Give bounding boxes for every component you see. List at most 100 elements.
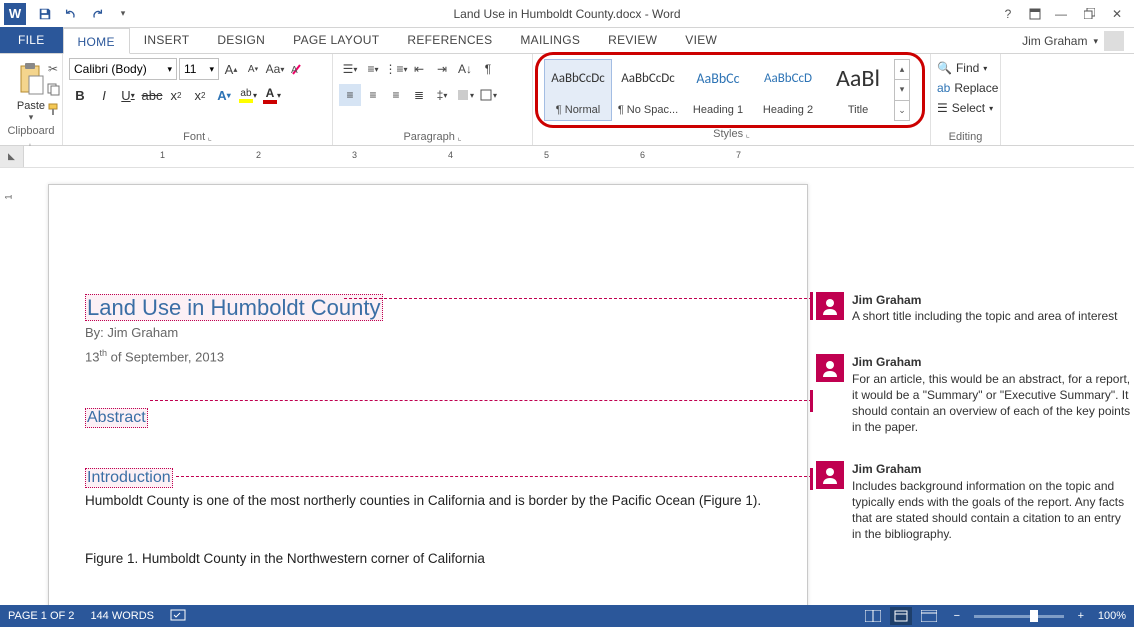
style-normal[interactable]: AaBbCcDc¶ Normal bbox=[544, 59, 612, 121]
horizontal-ruler[interactable]: 1 2 3 4 5 6 7 bbox=[24, 146, 1134, 167]
show-marks-icon[interactable]: ¶ bbox=[477, 58, 499, 80]
strikethrough-button[interactable]: abc bbox=[141, 84, 163, 106]
save-icon[interactable] bbox=[34, 3, 56, 25]
tab-page-layout[interactable]: PAGE LAYOUT bbox=[279, 27, 393, 53]
zoom-slider[interactable] bbox=[974, 615, 1064, 618]
text-effects-icon[interactable]: A▾ bbox=[213, 84, 235, 106]
status-bar: PAGE 1 OF 2 144 WORDS − + 100% bbox=[0, 605, 1134, 627]
page-scroll[interactable]: Land Use in Humboldt County By: Jim Grah… bbox=[24, 170, 1134, 605]
grow-font-icon[interactable]: A▴ bbox=[221, 58, 241, 80]
copy-icon[interactable] bbox=[44, 80, 62, 98]
qat-customize-icon[interactable]: ▾ bbox=[112, 3, 134, 25]
bullets-icon[interactable]: ☰▾ bbox=[339, 58, 361, 80]
italic-button[interactable]: I bbox=[93, 84, 115, 106]
heading-introduction[interactable]: Introduction bbox=[85, 468, 173, 488]
read-mode-icon[interactable] bbox=[862, 607, 884, 625]
ribbon-display-options-icon[interactable] bbox=[1024, 4, 1046, 24]
tab-mailings[interactable]: MAILINGS bbox=[506, 27, 594, 53]
subscript-button[interactable]: x2 bbox=[165, 84, 187, 106]
web-layout-icon[interactable] bbox=[918, 607, 940, 625]
comment-1[interactable]: Jim GrahamA short title including the to… bbox=[816, 292, 1132, 324]
underline-button[interactable]: U▾ bbox=[117, 84, 139, 106]
highlight-color-icon[interactable]: ab▾ bbox=[237, 84, 259, 106]
print-layout-icon[interactable] bbox=[890, 607, 912, 625]
comment-text: Includes background information on the t… bbox=[852, 478, 1132, 543]
replace-icon: ab bbox=[937, 81, 950, 95]
styles-row-up-icon[interactable]: ▴ bbox=[895, 60, 909, 80]
find-button[interactable]: 🔍Find▾ bbox=[937, 58, 994, 78]
group-clipboard: Paste ▾ ✂ Clipboard bbox=[0, 54, 63, 145]
comment-3[interactable]: Jim GrahamIncludes background informatio… bbox=[816, 461, 1132, 542]
vertical-ruler[interactable]: 1 bbox=[0, 170, 24, 605]
zoom-out-icon[interactable]: − bbox=[946, 607, 968, 625]
doc-title[interactable]: Land Use in Humboldt County bbox=[85, 294, 383, 321]
zoom-thumb[interactable] bbox=[1030, 610, 1038, 622]
tab-references[interactable]: REFERENCES bbox=[393, 27, 506, 53]
font-name-combo[interactable]: Calibri (Body)▾ bbox=[69, 58, 177, 80]
zoom-level[interactable]: 100% bbox=[1098, 610, 1126, 622]
paste-label: Paste bbox=[17, 100, 45, 112]
change-case-icon[interactable]: Aa▾ bbox=[265, 58, 285, 80]
select-button[interactable]: ☰Select▾ bbox=[937, 98, 994, 118]
tab-design[interactable]: DESIGN bbox=[203, 27, 279, 53]
status-words[interactable]: 144 WORDS bbox=[90, 610, 154, 622]
page[interactable]: Land Use in Humboldt County By: Jim Grah… bbox=[48, 184, 808, 605]
group-styles: AaBbCcDc¶ Normal AaBbCcDc¶ No Spac... Aa… bbox=[533, 54, 931, 145]
status-page[interactable]: PAGE 1 OF 2 bbox=[8, 610, 74, 622]
figure-caption[interactable]: Figure 1. Humboldt County in the Northwe… bbox=[85, 551, 771, 566]
user-name-label: Jim Graham bbox=[1022, 34, 1087, 48]
shading-icon[interactable]: ▾ bbox=[454, 84, 476, 106]
doc-byline[interactable]: By: Jim Graham bbox=[85, 325, 771, 340]
status-proofing-icon[interactable] bbox=[170, 608, 186, 625]
align-right-icon[interactable]: ≡ bbox=[385, 84, 407, 106]
styles-scroll[interactable]: ▴▾⌄ bbox=[894, 59, 910, 121]
increase-indent-icon[interactable]: ⇥ bbox=[431, 58, 453, 80]
zoom-in-icon[interactable]: + bbox=[1070, 607, 1092, 625]
heading-abstract[interactable]: Abstract bbox=[85, 408, 148, 428]
format-painter-icon[interactable] bbox=[44, 100, 62, 118]
numbering-icon[interactable]: ≡▾ bbox=[362, 58, 384, 80]
comment-leader-2 bbox=[150, 400, 812, 401]
bold-button[interactable]: B bbox=[69, 84, 91, 106]
restore-icon[interactable] bbox=[1076, 4, 1102, 24]
title-bar: W ▾ Land Use in Humboldt County.docx - W… bbox=[0, 0, 1134, 28]
tab-view[interactable]: VIEW bbox=[671, 27, 731, 53]
superscript-button[interactable]: x2 bbox=[189, 84, 211, 106]
style-heading-2[interactable]: AaBbCcDHeading 2 bbox=[754, 59, 822, 121]
comment-2[interactable]: Jim GrahamFor an article, this would be … bbox=[816, 354, 1132, 435]
line-spacing-icon[interactable]: ‡▾ bbox=[431, 84, 453, 106]
font-color-icon[interactable]: A▾ bbox=[261, 84, 283, 106]
minimize-icon[interactable]: — bbox=[1048, 4, 1074, 24]
comment-bar-2 bbox=[810, 390, 813, 412]
group-editing: 🔍Find▾ abReplace ☰Select▾ Editing bbox=[931, 54, 1001, 145]
redo-icon[interactable] bbox=[86, 3, 108, 25]
style-heading-1[interactable]: AaBbCcHeading 1 bbox=[684, 59, 752, 121]
multilevel-list-icon[interactable]: ⋮≡▾ bbox=[385, 58, 407, 80]
font-size-combo[interactable]: 11▾ bbox=[179, 58, 219, 80]
help-icon[interactable]: ? bbox=[998, 4, 1018, 24]
close-icon[interactable]: ✕ bbox=[1104, 4, 1130, 24]
align-center-icon[interactable]: ≡ bbox=[362, 84, 384, 106]
clear-formatting-icon[interactable]: A bbox=[287, 58, 307, 80]
tab-home[interactable]: HOME bbox=[63, 28, 130, 54]
tab-review[interactable]: REVIEW bbox=[594, 27, 671, 53]
decrease-indent-icon[interactable]: ⇤ bbox=[408, 58, 430, 80]
sort-icon[interactable]: A↓ bbox=[454, 58, 476, 80]
replace-button[interactable]: abReplace bbox=[937, 78, 994, 98]
align-left-icon[interactable]: ≡ bbox=[339, 84, 361, 106]
style-title[interactable]: AaBlTitle bbox=[824, 59, 892, 121]
styles-more-icon[interactable]: ⌄ bbox=[895, 101, 909, 120]
shrink-font-icon[interactable]: A▾ bbox=[243, 58, 263, 80]
justify-icon[interactable]: ≣ bbox=[408, 84, 430, 106]
borders-icon[interactable]: ▾ bbox=[477, 84, 499, 106]
tab-insert[interactable]: INSERT bbox=[130, 27, 204, 53]
styles-row-down-icon[interactable]: ▾ bbox=[895, 80, 909, 100]
doc-date[interactable]: 13th of September, 2013 bbox=[85, 348, 771, 364]
user-avatar-icon bbox=[1104, 31, 1124, 51]
body-paragraph[interactable]: Humboldt County is one of the most north… bbox=[85, 492, 771, 510]
tab-file[interactable]: FILE bbox=[0, 27, 63, 53]
undo-icon[interactable] bbox=[60, 3, 82, 25]
style-no-spacing[interactable]: AaBbCcDc¶ No Spac... bbox=[614, 59, 682, 121]
signed-in-user[interactable]: Jim Graham▾ bbox=[1022, 31, 1124, 51]
cut-icon[interactable]: ✂ bbox=[44, 60, 62, 78]
